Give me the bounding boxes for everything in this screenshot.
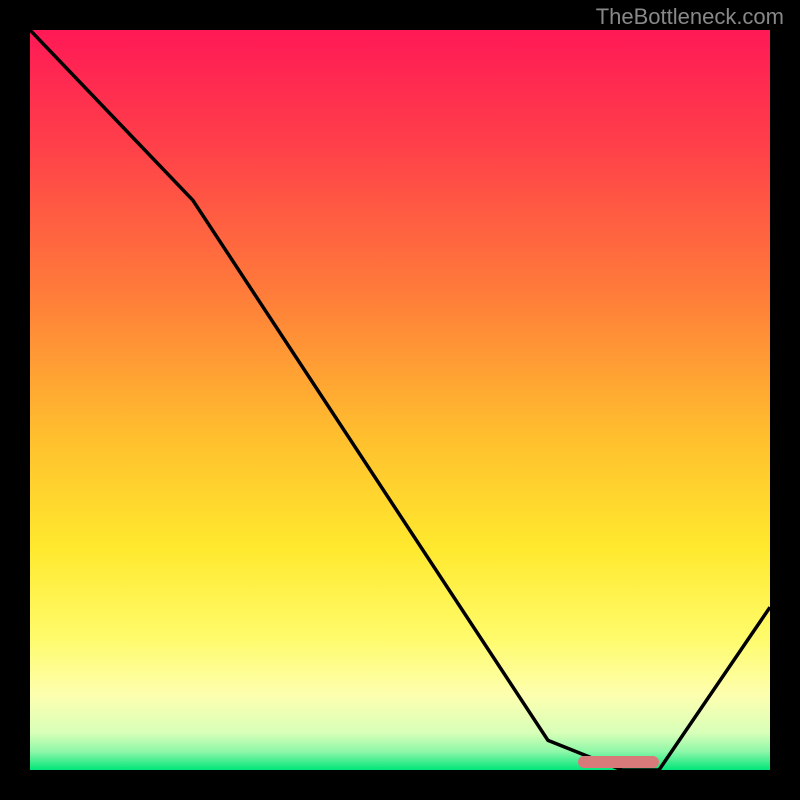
- plot-area: [30, 30, 770, 770]
- bottleneck-curve: [30, 30, 770, 770]
- plot-frame: [30, 30, 770, 770]
- watermark-text: TheBottleneck.com: [596, 4, 784, 30]
- optimal-range-marker: [578, 756, 659, 768]
